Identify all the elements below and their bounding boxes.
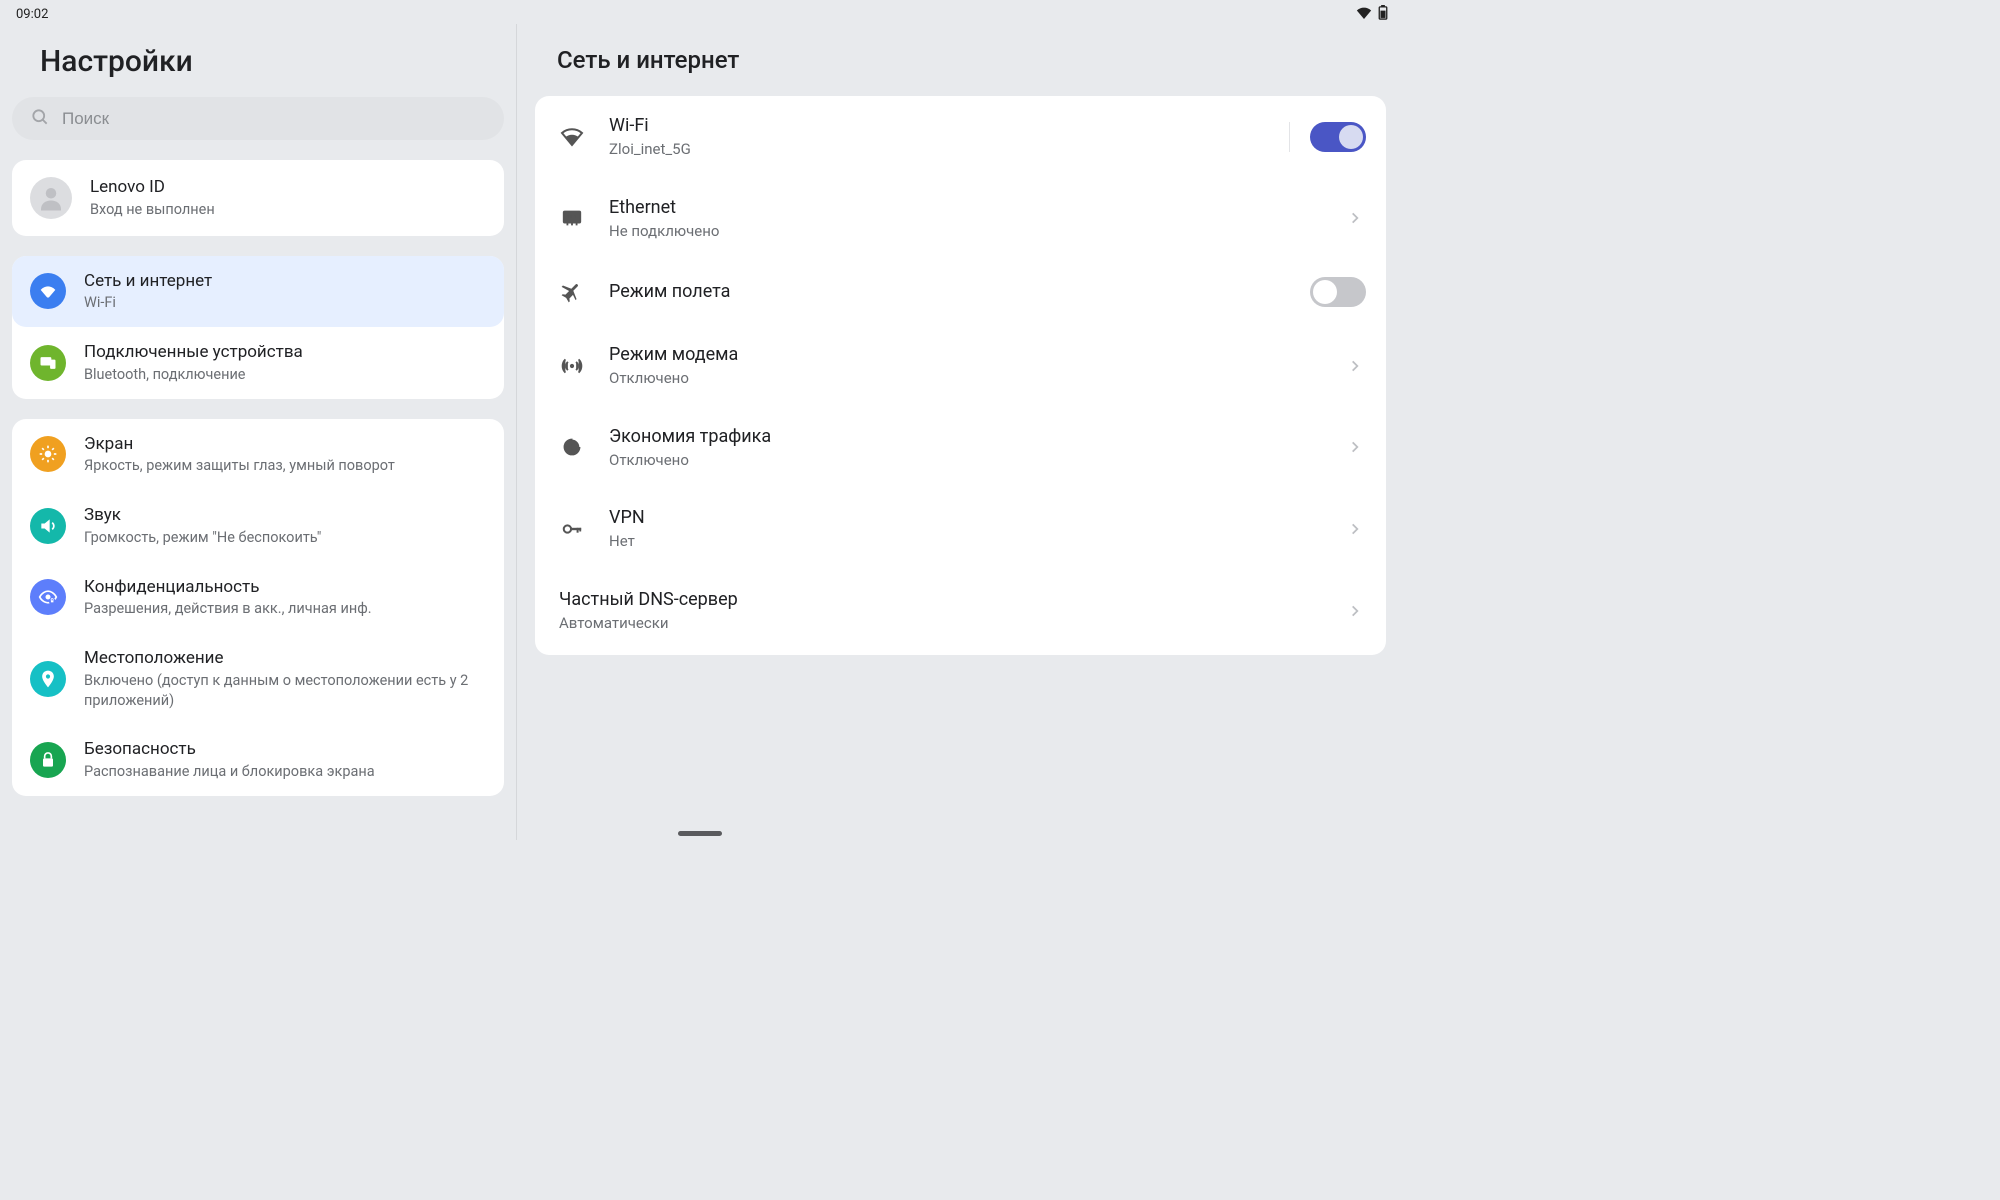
wifi-toggle[interactable] <box>1310 122 1366 152</box>
detail-item-title: Экономия трафика <box>609 425 1320 449</box>
sidebar-item-sub: Громкость, режим "Не беспокоить" <box>84 528 486 548</box>
sidebar-item-location[interactable]: Местоположение Включено (доступ к данным… <box>12 633 504 724</box>
wifi-status-icon <box>1356 6 1372 23</box>
detail-item-wifi[interactable]: Wi-Fi Zloi_inet_5G <box>535 96 1386 178</box>
detail-item-title: Режим модема <box>609 343 1320 367</box>
chevron-right-icon <box>1344 207 1366 229</box>
detail-item-sub: Автоматически <box>559 613 1344 633</box>
detail-pane: Сеть и интернет Wi-Fi Zloi_inet_5G <box>517 24 1400 840</box>
detail-item-title: Частный DNS-сервер <box>559 588 1344 612</box>
sidebar-item-label: Сеть и интернет <box>84 270 486 293</box>
sidebar-item-label: Звук <box>84 504 486 527</box>
chevron-right-icon <box>1344 600 1366 622</box>
devices-icon <box>30 345 66 381</box>
account-row[interactable]: Lenovo ID Вход не выполнен <box>12 160 504 236</box>
detail-item-airplane[interactable]: Режим полета <box>535 259 1386 325</box>
settings-title: Настройки <box>0 24 516 97</box>
sidebar-item-sub: Разрешения, действия в акк., личная инф. <box>84 599 486 619</box>
detail-item-title: Режим полета <box>609 280 1286 304</box>
detail-item-title: Wi-Fi <box>609 114 1257 138</box>
airplane-toggle[interactable] <box>1310 277 1366 307</box>
detail-item-title: Ethernet <box>609 196 1320 220</box>
account-sub: Вход не выполнен <box>90 200 486 220</box>
wifi-icon <box>30 273 66 309</box>
divider <box>1289 122 1290 152</box>
sidebar-item-sound[interactable]: Звук Громкость, режим "Не беспокоить" <box>12 490 504 562</box>
nav-handle[interactable] <box>678 831 722 836</box>
hotspot-icon <box>559 353 585 379</box>
detail-item-privatedns[interactable]: Частный DNS-сервер Автоматически <box>535 570 1386 652</box>
detail-item-sub: Zloi_inet_5G <box>609 139 1257 159</box>
avatar-icon <box>30 177 72 219</box>
account-card: Lenovo ID Вход не выполнен <box>12 160 504 236</box>
detail-item-datasaver[interactable]: Экономия трафика Отключено <box>535 407 1386 489</box>
sidebar-item-sub: Распознавание лица и блокировка экрана <box>84 762 486 782</box>
sidebar-item-label: Конфиденциальность <box>84 576 486 599</box>
detail-item-hotspot[interactable]: Режим модема Отключено <box>535 325 1386 407</box>
sound-icon <box>30 508 66 544</box>
detail-item-ethernet[interactable]: Ethernet Не подключено <box>535 178 1386 260</box>
clock: 09:02 <box>16 7 48 22</box>
vpn-key-icon <box>559 516 585 542</box>
nav-group-0: Сеть и интернет Wi-Fi Подключенные устро… <box>12 256 504 399</box>
detail-card: Wi-Fi Zloi_inet_5G Ethernet Не подключен… <box>535 96 1386 655</box>
nav-group-1: Экран Яркость, режим защиты глаз, умный … <box>12 419 504 796</box>
sidebar-item-devices[interactable]: Подключенные устройства Bluetooth, подкл… <box>12 327 504 399</box>
detail-title: Сеть и интернет <box>517 24 1400 96</box>
status-bar: 09:02 <box>0 0 1400 24</box>
detail-item-title: VPN <box>609 506 1320 530</box>
settings-sidebar: Настройки Lenovo ID Вход не выполнен <box>0 24 517 840</box>
chevron-right-icon <box>1344 355 1366 377</box>
detail-item-vpn[interactable]: VPN Нет <box>535 488 1386 570</box>
brightness-icon <box>30 436 66 472</box>
wifi-icon <box>559 124 585 150</box>
sidebar-item-security[interactable]: Безопасность Распознавание лица и блокир… <box>12 724 504 796</box>
sidebar-item-label: Подключенные устройства <box>84 341 486 364</box>
privacy-icon <box>30 579 66 615</box>
sidebar-item-privacy[interactable]: Конфиденциальность Разрешения, действия … <box>12 562 504 634</box>
location-icon <box>30 661 66 697</box>
detail-item-sub: Не подключено <box>609 221 1320 241</box>
sidebar-item-sub: Яркость, режим защиты глаз, умный поворо… <box>84 456 486 476</box>
sidebar-item-label: Безопасность <box>84 738 486 761</box>
sidebar-item-sub: Wi-Fi <box>84 293 486 313</box>
ethernet-icon <box>559 205 585 231</box>
account-title: Lenovo ID <box>90 176 486 199</box>
detail-item-sub: Отключено <box>609 368 1320 388</box>
lock-icon <box>30 742 66 778</box>
sidebar-item-display[interactable]: Экран Яркость, режим защиты глаз, умный … <box>12 419 504 491</box>
detail-item-sub: Нет <box>609 531 1320 551</box>
battery-status-icon <box>1378 5 1388 24</box>
search-icon <box>30 107 50 131</box>
sidebar-item-sub: Включено (доступ к данным о местоположен… <box>84 671 486 710</box>
chevron-right-icon <box>1344 518 1366 540</box>
search-field[interactable] <box>12 97 504 140</box>
airplane-icon <box>559 279 585 305</box>
sidebar-item-label: Экран <box>84 433 486 456</box>
detail-item-sub: Отключено <box>609 450 1320 470</box>
search-input[interactable] <box>62 109 486 129</box>
sidebar-item-label: Местоположение <box>84 647 486 670</box>
sidebar-item-sub: Bluetooth, подключение <box>84 365 486 385</box>
sidebar-item-network[interactable]: Сеть и интернет Wi-Fi <box>12 256 504 328</box>
chevron-right-icon <box>1344 436 1366 458</box>
datasaver-icon <box>559 434 585 460</box>
